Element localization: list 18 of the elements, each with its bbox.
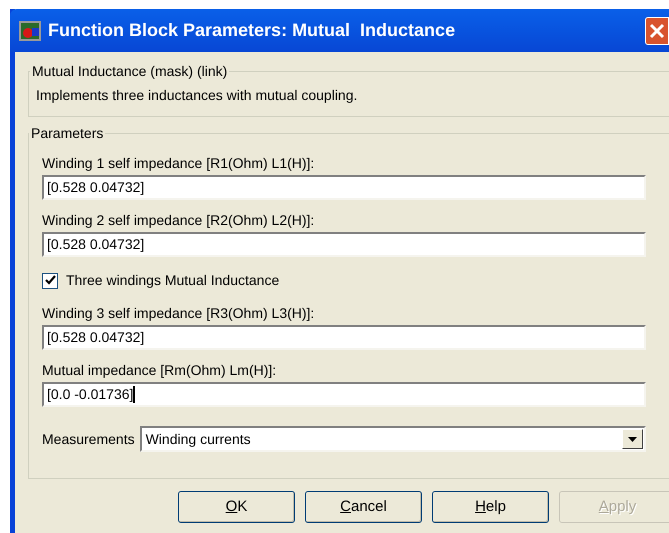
dialog-button[interactable]: OK [178,491,295,523]
dialog-button[interactable]: Cancel [305,491,422,523]
input-field[interactable]: [0.0 -0.01736] [42,382,646,407]
checkbox-label: Three windings Mutual Inductance [66,271,280,290]
field-label: Winding 3 self impedance [R3(Ohm) L3(H)]: [42,304,316,322]
dialog-button[interactable]: Help [432,491,549,523]
input-field[interactable]: [0.528 0.04732] [42,325,646,350]
input-field[interactable]: [0.528 0.04732] [42,175,646,200]
window-title: Function Block Parameters: Mutual Inductance [48,19,456,42]
group-title: Parameters [30,124,104,143]
description-text: Implements three inductances with mutual coupling. [36,86,358,105]
field-label: Mutual impedance [Rm(Ohm) Lm(H)]: [42,361,278,379]
input-field[interactable]: [0.528 0.04732] [42,232,646,257]
field-label: Measurements [42,430,135,448]
group-title: Mutual Inductance (mask) (link) [31,62,228,81]
field-label: Winding 2 self impedance [R2(Ohm) L2(H)]: [42,211,316,229]
field-label: Winding 1 self impedance [R1(Ohm) L1(H)]: [42,154,316,172]
dropdown[interactable]: Winding currents [140,426,646,452]
